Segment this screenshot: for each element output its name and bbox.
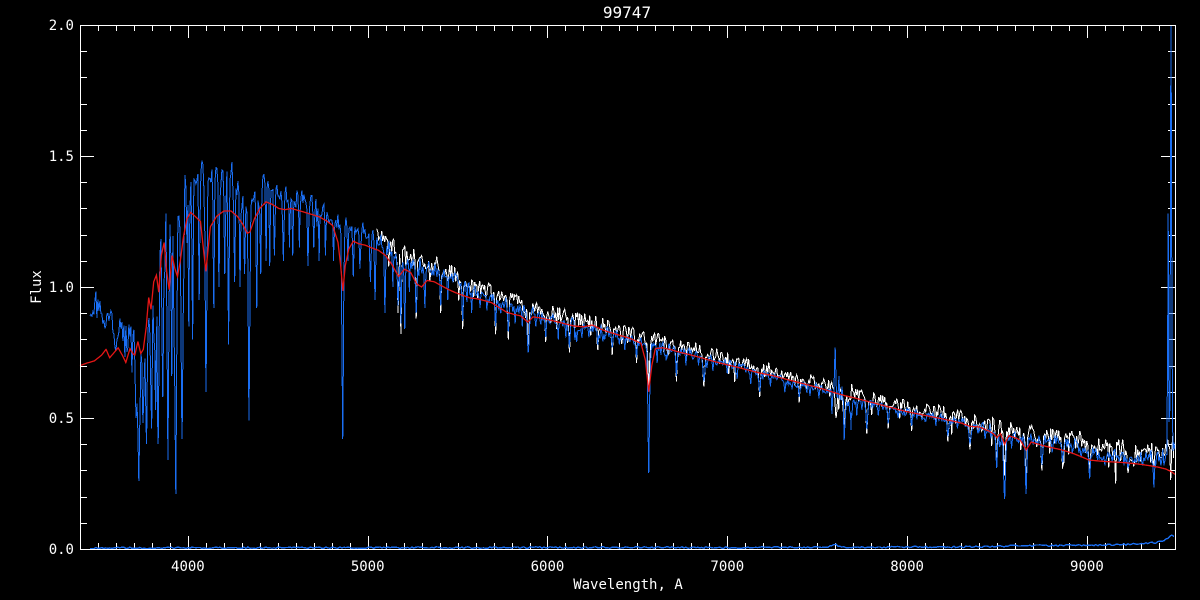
axis-ticks	[80, 25, 1175, 550]
template-spectrum	[376, 228, 1175, 484]
y-tick-label: 1.0	[49, 280, 74, 296]
x-tick-label: 6000	[531, 559, 565, 575]
y-tick-label: 2.0	[49, 18, 74, 34]
x-tick-label: 5000	[351, 559, 385, 575]
y-tick-label: 1.5	[49, 149, 74, 165]
x-axis-label: Wavelength, A	[573, 577, 683, 593]
spectrum-figure: 99747 Wavelength, A Flux 4000 5000 6000 700…	[0, 0, 1200, 600]
plot-frame	[80, 25, 1176, 550]
spectrum-series	[79, 24, 1176, 550]
y-axis-label: Flux	[29, 270, 45, 304]
y-tick-label: 0.0	[49, 542, 74, 558]
chart-title: 99747	[603, 3, 651, 22]
axis-labels: 99747 Wavelength, A Flux 4000 5000 6000 700…	[29, 3, 1104, 593]
x-tick-label: 9000	[1070, 559, 1104, 575]
y-tick-label: 0.5	[49, 411, 74, 427]
noise-floor	[89, 534, 1175, 550]
x-tick-label: 8000	[890, 559, 924, 575]
spectrum-chart: 99747 Wavelength, A Flux 4000 5000 6000 700…	[29, 3, 1176, 593]
x-tick-label: 4000	[171, 559, 205, 575]
x-tick-label: 7000	[710, 559, 744, 575]
